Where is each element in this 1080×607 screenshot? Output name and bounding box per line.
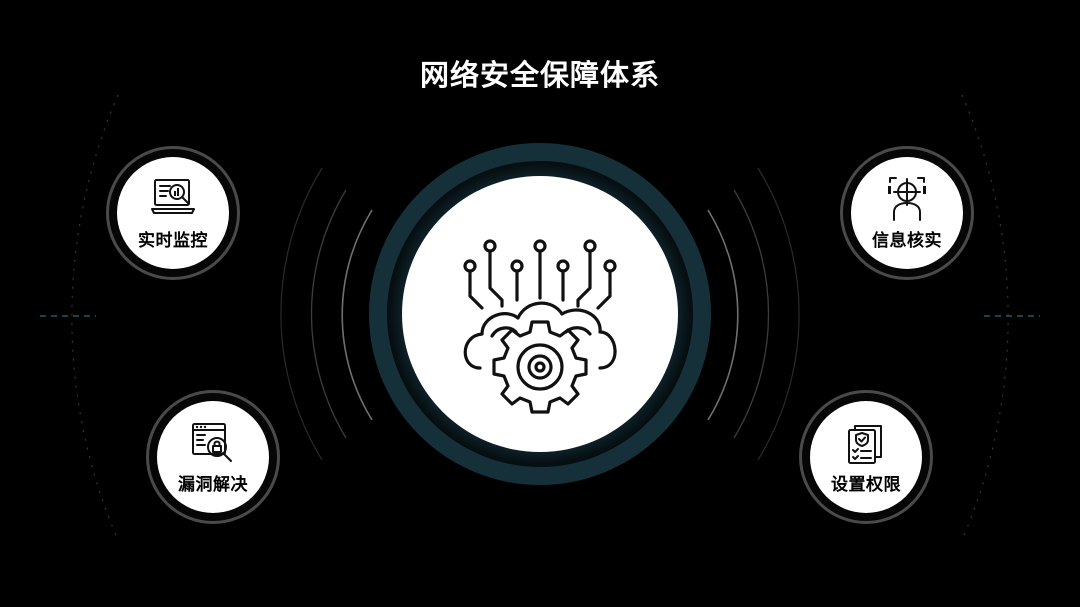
node-inner-circle: 漏洞解决 — [157, 401, 269, 513]
node-inner-circle: 信息核实 — [851, 157, 963, 269]
outer-arc-right — [757, 167, 800, 461]
node-label: 信息核实 — [872, 230, 942, 251]
node-inner-circle: 设置权限 — [810, 401, 922, 513]
node-label: 漏洞解决 — [178, 474, 248, 495]
page-title: 网络安全保障体系 — [419, 58, 660, 92]
shield-checklist-icon — [848, 424, 882, 464]
browser-lock-magnifier-icon — [192, 422, 232, 462]
outer-dashed-arc-right — [961, 94, 1009, 541]
node-info-verification: 信息核实 — [840, 146, 974, 280]
middle-arc-right — [733, 189, 770, 439]
core-circle — [402, 176, 678, 452]
node-label: 实时监控 — [138, 230, 208, 251]
middle-arc-left — [310, 189, 347, 439]
node-label: 设置权限 — [831, 474, 901, 495]
monitor-magnifier-icon — [151, 178, 195, 214]
node-inner-circle: 实时监控 — [117, 157, 229, 269]
diagram-canvas: 网络安全保障体系 实时监控 信息核实 漏洞解决 设置权限 — [0, 0, 1080, 607]
node-set-permissions: 设置权限 — [799, 390, 933, 524]
outer-arc-left — [280, 167, 323, 461]
node-vulnerability-fix: 漏洞解决 — [146, 390, 280, 524]
cloud-brain-gear-icon — [463, 239, 617, 414]
outer-dashed-arc-left — [71, 94, 119, 541]
person-crosshair-icon — [888, 176, 926, 221]
node-realtime-monitoring: 实时监控 — [106, 146, 240, 280]
